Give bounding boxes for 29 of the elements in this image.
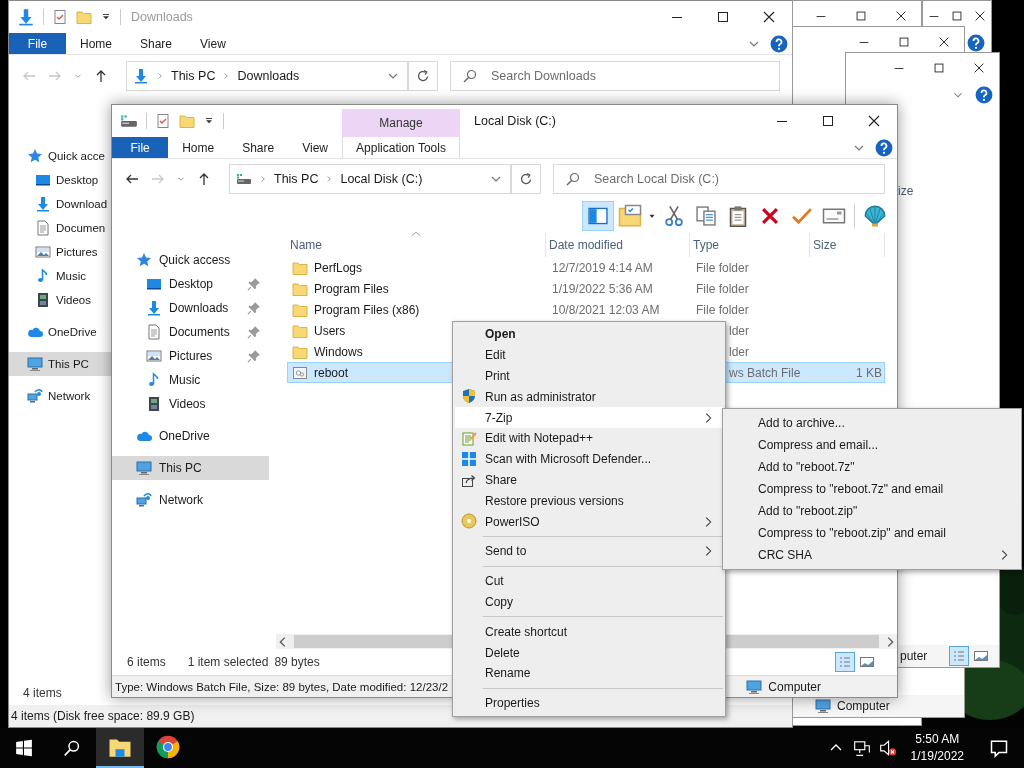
date-cell: 1/19/2022 5:36 AM: [552, 281, 653, 296]
column-header: ize: [898, 184, 914, 198]
date-cell: 10/8/2021 12:03 AM: [552, 302, 660, 317]
type-cell: File folder: [696, 302, 749, 317]
type-cell: lder: [729, 344, 749, 359]
context-tab-header: Manage: [342, 109, 460, 137]
type-cell: ws Batch File: [729, 365, 801, 380]
selection-count: 1 item selected: [187, 655, 269, 669]
file-name: PerfLogs: [314, 260, 363, 275]
size-cell: 1 KB: [856, 365, 882, 380]
item-count: 6 items: [127, 655, 166, 669]
zone-text: Computer: [837, 699, 890, 713]
file-name: Program Files (x86): [314, 302, 420, 317]
file-name: reboot: [314, 365, 349, 380]
date-cell: 12/7/2019 4:14 AM: [552, 260, 653, 275]
status-text: 4 items (Disk free space: 89.9 GB): [11, 709, 195, 723]
type-cell: File folder: [696, 260, 749, 275]
file-name: Users: [314, 323, 346, 338]
details-text: Type: Windows Batch File, Size: 89 bytes, Date modified: 12/23/2: [115, 680, 449, 693]
item-count: 4 items: [23, 686, 62, 700]
file-name: Windows: [314, 344, 363, 359]
window-title: Downloads: [131, 10, 193, 24]
window-title: Local Disk (C:): [474, 114, 556, 128]
selection-size: 89 bytes: [274, 655, 320, 669]
zone-text: Computer: [768, 679, 821, 694]
type-cell: File folder: [696, 281, 749, 296]
type-cell: lder: [729, 323, 749, 338]
file-name: Program Files: [314, 281, 389, 296]
zone-text: puter: [900, 649, 928, 663]
